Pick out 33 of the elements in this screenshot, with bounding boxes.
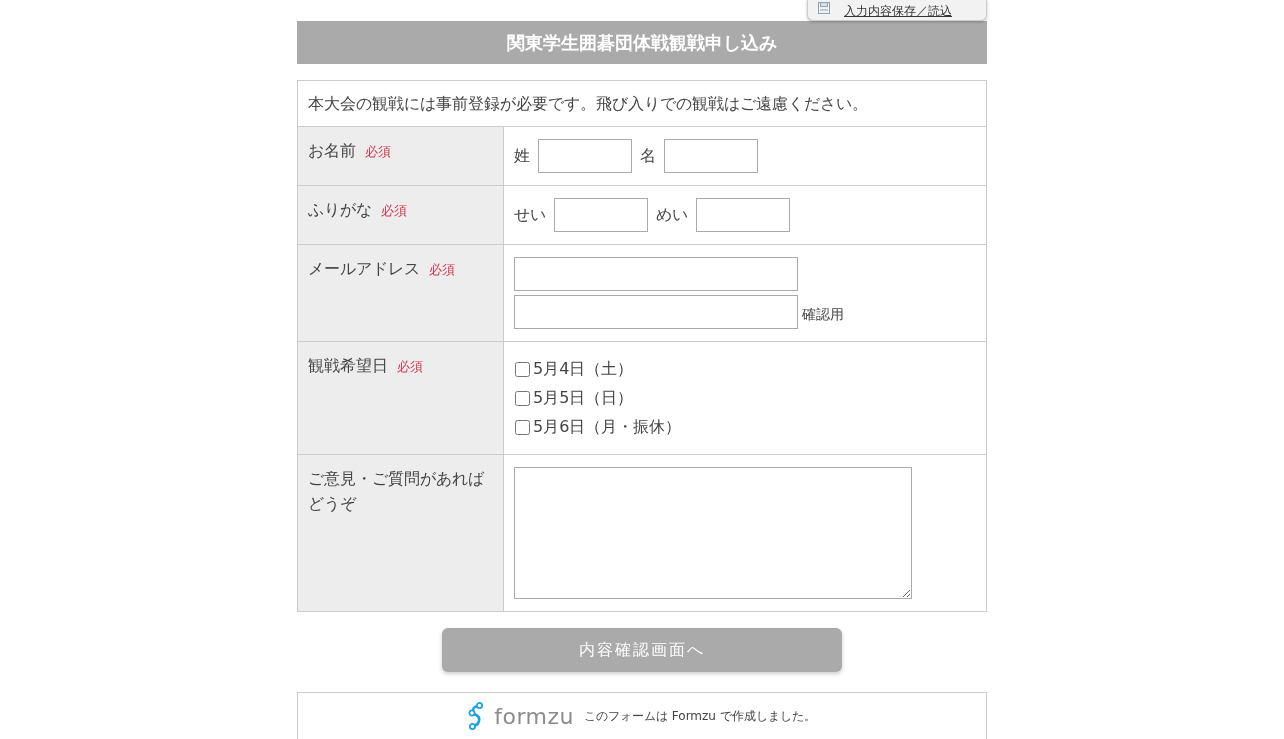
part-label: めい: [656, 204, 688, 226]
required-label: 必須: [381, 203, 408, 218]
confirm-label: 確認用: [802, 305, 844, 323]
field-label: メールアドレス: [308, 259, 420, 278]
form-title: 関東学生囲碁団体戦観戦申し込み: [297, 21, 987, 64]
footer-note: このフォームは Formzu で作成しました。: [584, 707, 816, 725]
part-label: 姓: [514, 145, 530, 167]
name-input[interactable]: [554, 198, 648, 232]
part-label: せい: [514, 204, 546, 226]
required-label: 必須: [397, 359, 424, 374]
date-option-label[interactable]: 5月4日（土）: [533, 359, 634, 380]
comment-textarea[interactable]: [514, 467, 912, 599]
part-label: 名: [640, 145, 656, 167]
save-load-link[interactable]: 入力内容保存／読込: [844, 2, 952, 20]
logo-wordmark: formzu: [494, 703, 574, 729]
email-confirm-input[interactable]: [514, 295, 798, 329]
required-label: 必須: [429, 262, 456, 277]
date-checkbox[interactable]: [515, 420, 530, 435]
email-input[interactable]: [514, 257, 798, 291]
name-input[interactable]: [696, 198, 790, 232]
field-label: お名前: [308, 141, 356, 160]
chain-link-logo-icon: [468, 702, 485, 730]
name-input[interactable]: [538, 139, 632, 173]
date-option-label[interactable]: 5月6日（月・振休）: [533, 417, 682, 438]
name-input[interactable]: [664, 139, 758, 173]
date-checkbox[interactable]: [515, 362, 530, 377]
field-label: ふりがな: [308, 200, 372, 219]
date-option-label[interactable]: 5月5日（日）: [533, 388, 634, 409]
intro-text: 本大会の観戦には事前登録が必要です。飛び入りでの観戦はご遠慮ください。: [308, 94, 868, 113]
date-checkbox[interactable]: [515, 391, 530, 406]
field-label: 観戦希望日: [308, 356, 388, 375]
required-label: 必須: [365, 144, 392, 159]
field-label: ご意見・ご質問があればどうぞ: [308, 469, 484, 513]
